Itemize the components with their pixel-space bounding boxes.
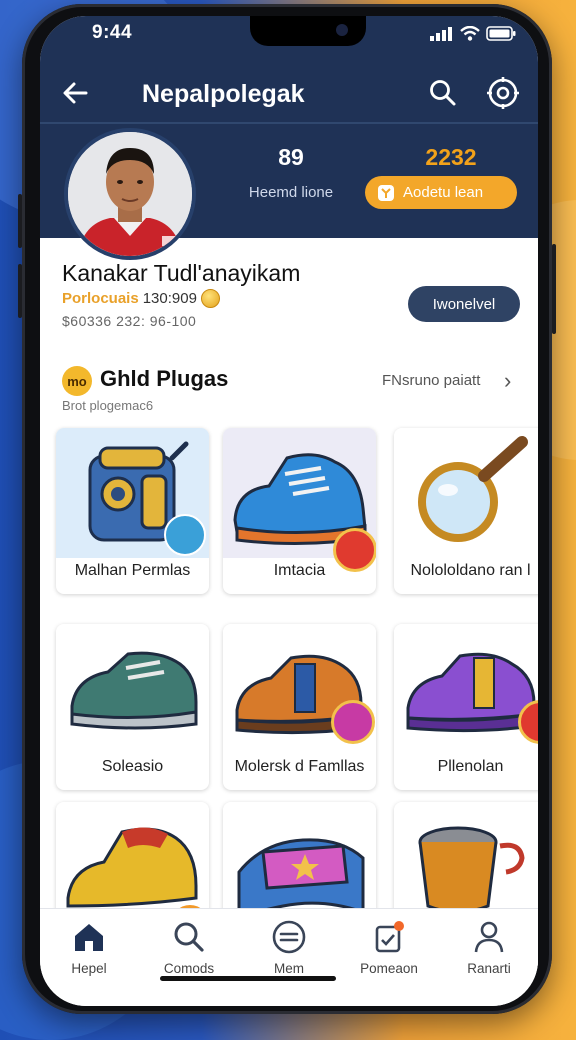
tab-pomeaon[interactable]: Pomeaon bbox=[344, 919, 434, 976]
status-time: 9:44 bbox=[92, 22, 133, 43]
points-value: 130:909 bbox=[142, 290, 197, 307]
menu-icon bbox=[272, 920, 306, 954]
wifi-icon bbox=[460, 26, 480, 41]
tab-mem[interactable]: Mem bbox=[244, 919, 334, 976]
tab-label: Hepel bbox=[71, 961, 107, 976]
profile-photo bbox=[68, 132, 192, 256]
tab-ranarti[interactable]: Ranarti bbox=[444, 919, 534, 976]
user-icon bbox=[474, 921, 504, 953]
item-label: Imtacia bbox=[273, 562, 326, 579]
search-icon bbox=[174, 922, 204, 952]
dynamic-island bbox=[250, 16, 366, 46]
nav-row: Nepalpolegak bbox=[40, 71, 538, 119]
item-label: Malhan Permlas bbox=[74, 562, 191, 579]
tab-label: Ranarti bbox=[467, 961, 511, 976]
item-card[interactable]: Molersk d Famllas bbox=[223, 624, 376, 790]
badge-icon bbox=[164, 514, 206, 556]
stat-2-button[interactable]: Aodetu lean bbox=[365, 176, 517, 209]
item-card[interactable]: Imtacia bbox=[223, 428, 376, 594]
stat-1-label: Heemd lione bbox=[248, 184, 334, 201]
section-see-all-link[interactable]: FNsruno paiatt bbox=[382, 372, 480, 389]
badge-icon bbox=[331, 700, 375, 744]
item-card[interactable]: Pllenolan bbox=[394, 624, 538, 790]
profile-header: 9:44 Nepalpolegak 89 Heemd lione 2232 Ao… bbox=[40, 16, 538, 260]
page-title: Nepalpolegak bbox=[142, 80, 305, 108]
volume-up-button bbox=[18, 194, 22, 248]
magnifier-icon bbox=[394, 428, 538, 558]
signal-icon bbox=[430, 26, 452, 41]
tab-home[interactable]: Hepel bbox=[44, 919, 134, 976]
item-card[interactable]: Soleasio bbox=[56, 624, 209, 790]
level-button[interactable]: Iwonelvel bbox=[408, 286, 520, 322]
bottom-tab-bar: Hepel Comods Mem Pomeaon Ranarti bbox=[40, 908, 538, 1006]
profile-phone: $60336 232: 96-100 bbox=[62, 313, 197, 329]
chevron-right-icon[interactable]: › bbox=[504, 368, 511, 394]
tab-label: Mem bbox=[274, 961, 304, 976]
sneaker-icon bbox=[56, 624, 209, 754]
battery-icon bbox=[486, 26, 516, 41]
back-arrow-icon[interactable] bbox=[58, 75, 94, 111]
item-label: Molersk d Famllas bbox=[234, 758, 365, 775]
status-icons bbox=[430, 26, 516, 41]
home-indicator[interactable] bbox=[160, 976, 336, 981]
avatar[interactable] bbox=[64, 128, 196, 260]
section-subtitle: Brot plogemac6 bbox=[62, 398, 154, 413]
app-screen: 9:44 Nepalpolegak 89 Heemd lione 2232 Ao… bbox=[40, 16, 538, 1006]
tab-label: Pomeaon bbox=[360, 961, 418, 976]
status-bar: 9:44 bbox=[40, 16, 538, 56]
tab-label: Comods bbox=[163, 961, 215, 976]
power-button bbox=[552, 244, 556, 334]
camera-icon bbox=[336, 24, 348, 36]
item-label: Pllenolan bbox=[437, 758, 504, 775]
points-row: Porlocuais 130:909 bbox=[62, 289, 220, 308]
section-badge-icon: mo bbox=[62, 366, 92, 396]
section-title: Ghld Plugas bbox=[100, 366, 229, 391]
search-icon[interactable] bbox=[426, 76, 460, 110]
stat-1-value: 89 bbox=[278, 144, 304, 170]
item-card[interactable]: Nolololdano ran l bbox=[394, 428, 538, 594]
profile-name: Kanakar Tudl'anayikam bbox=[62, 260, 301, 286]
stat-2-button-label: Aodetu lean bbox=[403, 184, 484, 201]
clipboard-icon bbox=[375, 921, 404, 953]
sneaker-icon bbox=[394, 624, 538, 754]
home-icon bbox=[75, 924, 103, 951]
item-label: Nolololdano ran l bbox=[410, 562, 531, 579]
points-label: Porlocuais bbox=[62, 290, 139, 307]
coin-icon bbox=[200, 289, 220, 308]
item-label: Soleasio bbox=[101, 758, 164, 775]
settings-gear-icon[interactable] bbox=[484, 74, 522, 112]
stat-2-value: 2232 bbox=[425, 144, 477, 170]
badge-icon bbox=[378, 184, 394, 201]
tab-comods[interactable]: Comods bbox=[144, 919, 234, 976]
volume-down-button bbox=[18, 264, 22, 318]
item-card[interactable]: Malhan Permlas bbox=[56, 428, 209, 594]
header-divider bbox=[40, 122, 538, 124]
